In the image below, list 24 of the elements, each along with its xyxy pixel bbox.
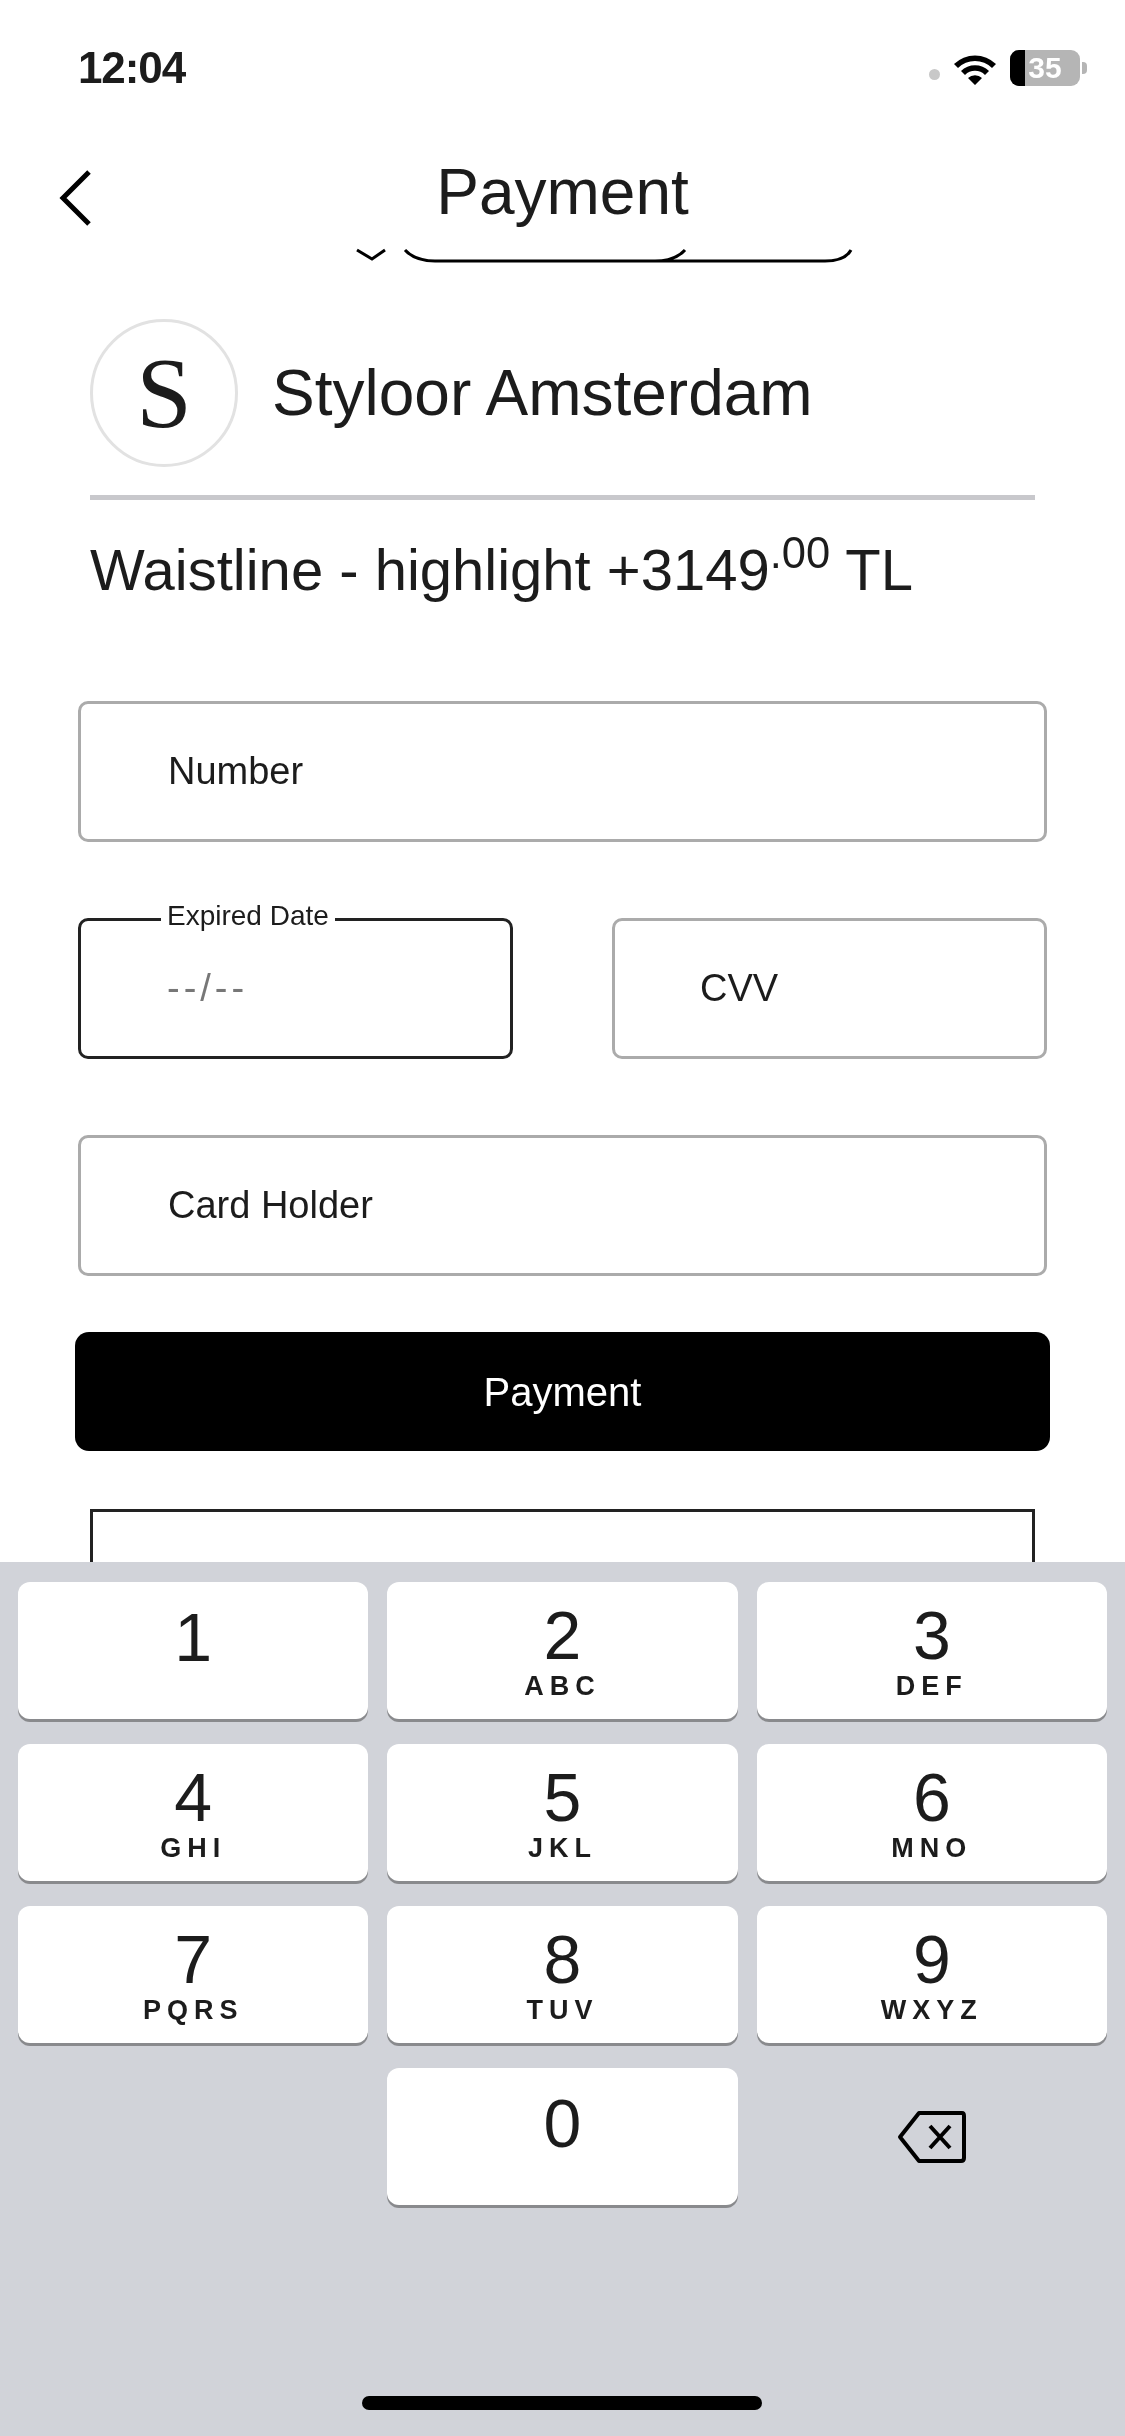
keypad-key[interactable]: 6 MNO: [756, 1744, 1107, 1881]
keypad-key[interactable]: 2 ABC: [387, 1582, 738, 1719]
field-placeholder: CVV: [700, 966, 779, 1011]
keypad-key[interactable]: 0: [387, 2068, 738, 2205]
payment-button[interactable]: Payment: [75, 1332, 1050, 1451]
store-name: Styloor Amsterdam: [272, 356, 813, 431]
field-placeholder: Number: [168, 749, 304, 794]
keypad-key[interactable]: 9 WXYZ: [756, 1906, 1107, 2043]
keypad-key[interactable]: 4 GHI: [18, 1744, 369, 1881]
input-field[interactable]: CVV: [612, 918, 1047, 1059]
product-title: Waistline - highlight +3149$^{.00}$ TL: [90, 528, 914, 604]
keypad-key[interactable]: 5 JKL: [387, 1744, 738, 1881]
input-field[interactable]: Number: [78, 701, 1047, 842]
keypad-key[interactable]: 7 PQRS: [18, 1906, 369, 2043]
keypad-key[interactable]: 8 TUV: [387, 1906, 738, 2043]
store-logo: S: [90, 319, 238, 467]
field-placeholder: Card Holder: [168, 1183, 373, 1228]
keypad-key[interactable]: 3 DEF: [756, 1582, 1107, 1719]
page-title: Payment: [436, 155, 689, 230]
backspace-icon: [896, 2109, 967, 2164]
field-placeholder: --/--: [167, 966, 249, 1011]
keypad-key[interactable]: 1: [18, 1582, 369, 1719]
input-field[interactable]: Card Holder: [78, 1135, 1047, 1276]
status-time: 12:04: [78, 42, 186, 94]
